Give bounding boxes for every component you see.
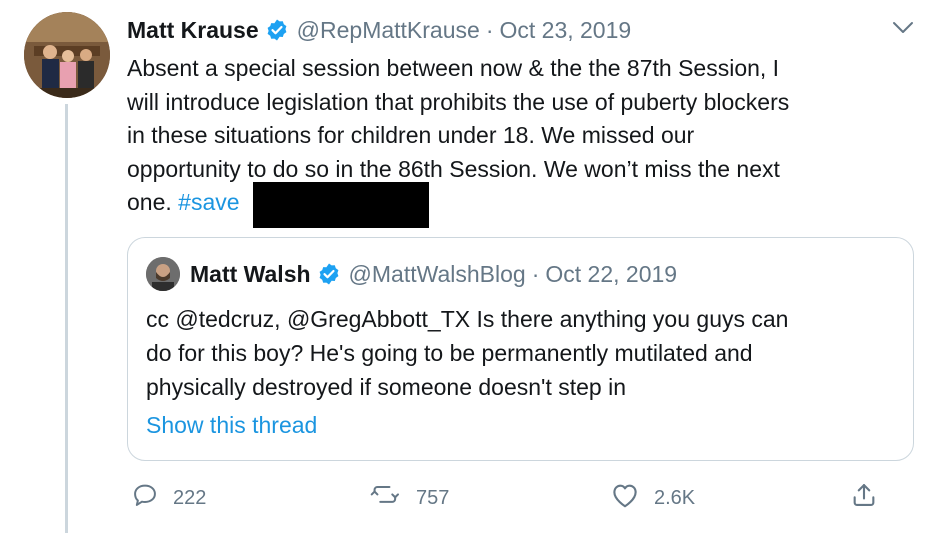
quoted-author-avatar[interactable] [146,257,180,291]
quoted-text-line: cc @tedcruz, @GregAbbott_TX Is there any… [146,306,789,332]
chevron-down-icon[interactable] [891,18,915,38]
quoted-tweet[interactable]: Matt Walsh @MattWalshBlog · Oct 22, 2019… [127,237,914,461]
quoted-text: cc @tedcruz, @GregAbbott_TX Is there any… [146,302,901,404]
quoted-author-handle[interactable]: @MattWalshBlog [349,261,526,288]
retweet-count: 757 [416,486,450,509]
reply-icon [131,481,159,515]
quoted-header-separator: · [531,260,540,287]
retweet-icon [370,481,402,515]
tweet-text: Absent a special session between now & t… [127,52,907,220]
header-separator: · [485,16,494,43]
share-icon [850,481,878,515]
quoted-text-line: physically destroyed if someone doesn't … [146,374,626,400]
quoted-text-line: do for this boy? He's going to be perman… [146,340,753,366]
verified-badge-icon [317,262,341,286]
tweet-header: Matt Krause @RepMattKrause · Oct 23, 201… [127,12,631,48]
verified-badge-icon [265,18,289,42]
tweet-text-line: will introduce legislation that prohibit… [127,88,790,115]
tweet-text-line: Absent a special session between now & t… [127,55,780,81]
tweet-text-line: in these situations for children under 1… [127,122,695,148]
share-button[interactable] [850,480,878,516]
like-count: 2.6K [654,486,696,509]
reply-button[interactable]: 222 [131,480,206,516]
tweet-date[interactable]: Oct 23, 2019 [499,17,631,44]
action-bar: 222 757 2.6K [0,480,931,516]
author-name[interactable]: Matt Krause [127,17,259,44]
tweet-text-line: opportunity to do so in the 86th Session… [127,155,780,182]
author-avatar[interactable] [24,12,110,98]
reply-count: 222 [173,486,207,509]
heart-icon [610,481,640,515]
author-handle[interactable]: @RepMattKrause [297,17,480,44]
quoted-date[interactable]: Oct 22, 2019 [545,261,677,288]
redaction-bar [253,182,429,228]
show-thread-link[interactable]: Show this thread [146,412,317,439]
quoted-author-name[interactable]: Matt Walsh [190,261,311,288]
like-button[interactable]: 2.6K [610,480,695,516]
thread-line [65,104,68,533]
tweet: Matt Krause @RepMattKrause · Oct 23, 201… [0,0,931,533]
hashtag-link[interactable]: #save [178,189,239,215]
quoted-header: Matt Walsh @MattWalshBlog · Oct 22, 2019 [190,256,677,292]
tweet-text-end: one. [127,189,172,215]
retweet-button[interactable]: 757 [370,480,449,516]
tweet-text-line-last: one. #save [127,186,907,220]
